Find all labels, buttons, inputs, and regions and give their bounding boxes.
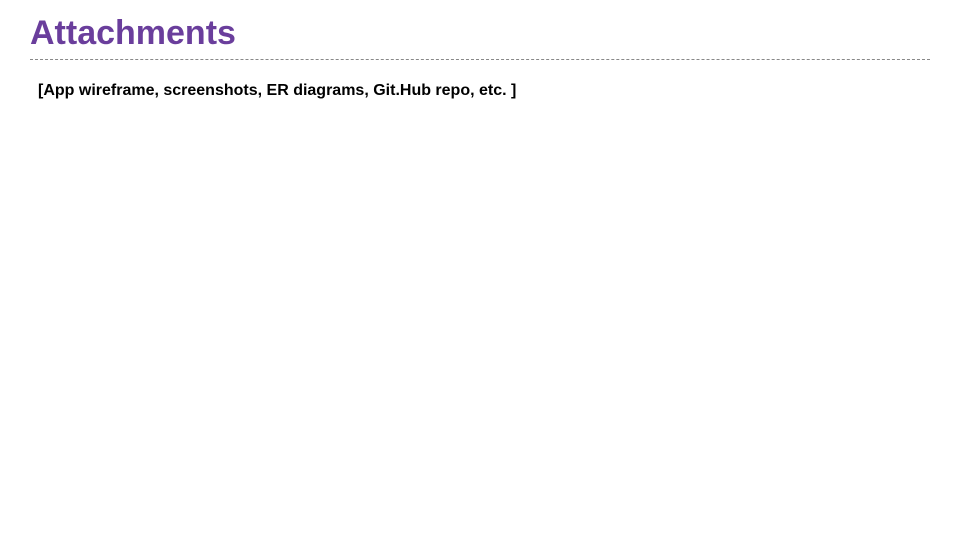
section-heading: Attachments [30,14,930,57]
placeholder-text: [App wireframe, screenshots, ER diagrams… [38,82,930,100]
divider-line [30,59,930,60]
slide-container: Attachments [App wireframe, screenshots,… [0,0,960,540]
